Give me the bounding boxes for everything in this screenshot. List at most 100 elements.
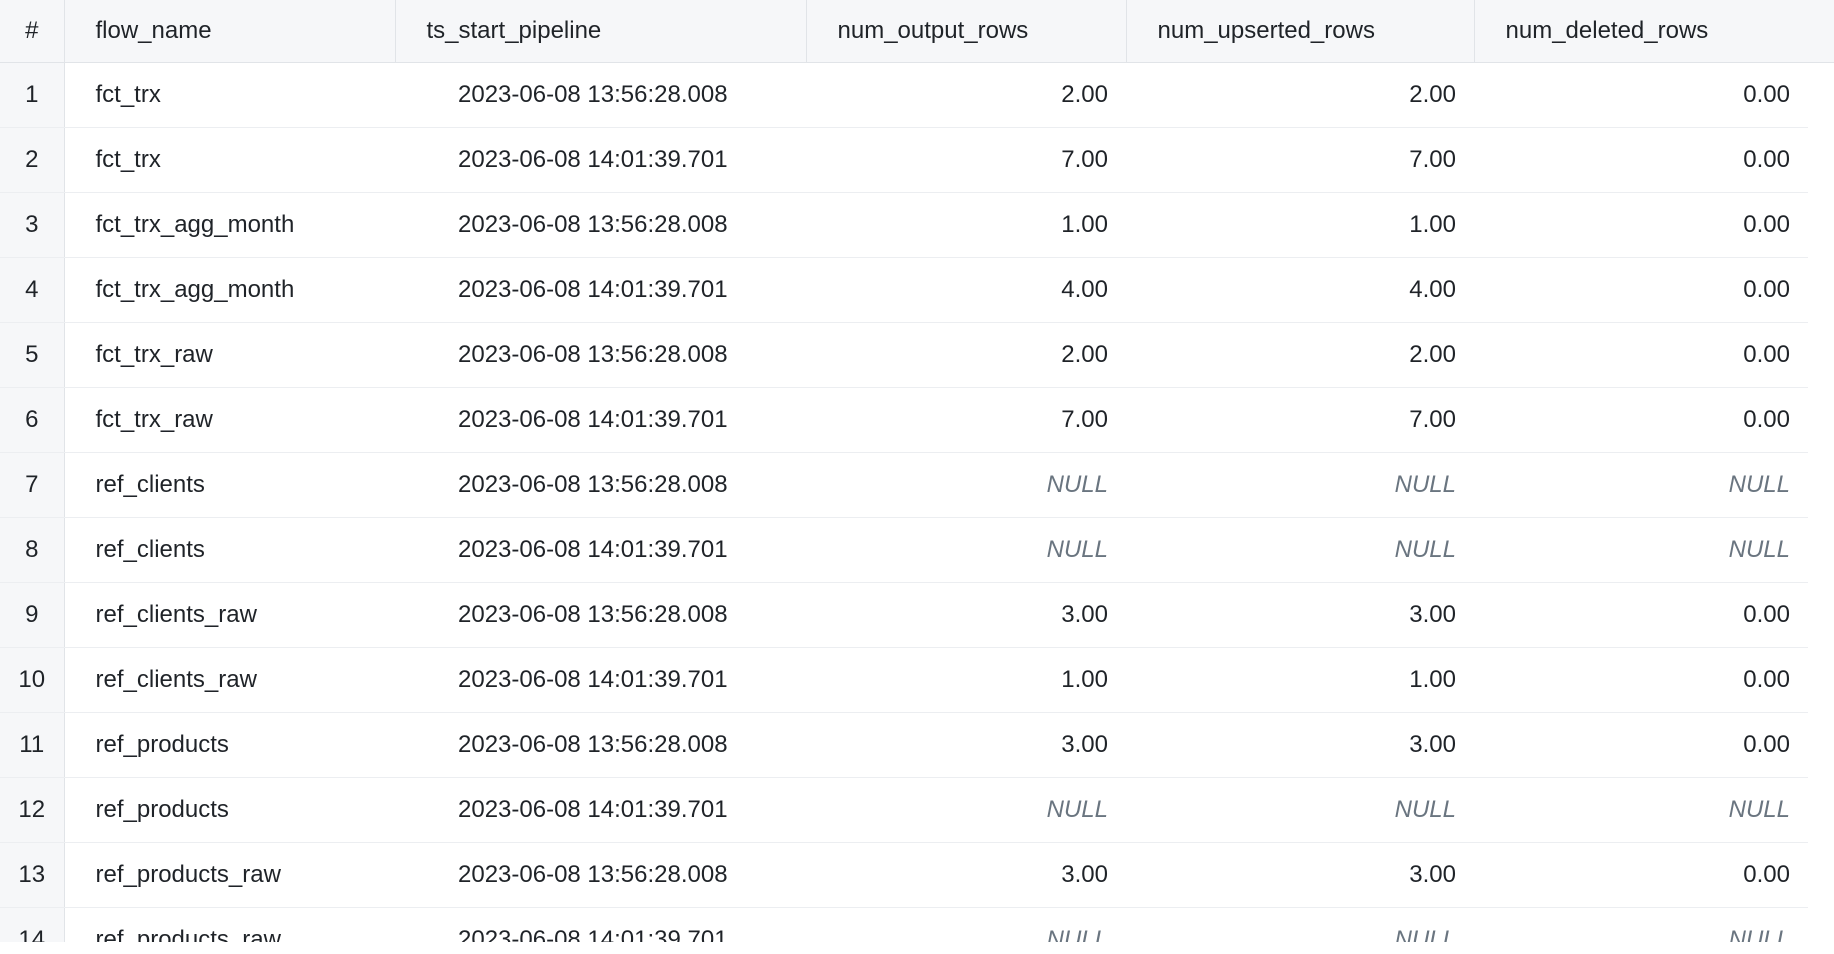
column-header-ts-start-pipeline[interactable]: ts_start_pipeline: [395, 0, 807, 63]
ts-start-pipeline-cell[interactable]: 2023-06-08 13:56:28.008: [395, 712, 806, 778]
num-deleted-rows-cell[interactable]: 0.00: [1474, 582, 1808, 648]
num-output-rows-cell[interactable]: NULL: [806, 517, 1126, 583]
flow-name-cell[interactable]: ref_clients: [64, 517, 395, 583]
row-number-cell[interactable]: 14: [0, 907, 65, 942]
num-deleted-rows-cell[interactable]: 0.00: [1474, 62, 1808, 128]
flow-name-cell[interactable]: fct_trx: [64, 127, 395, 193]
ts-start-pipeline-cell[interactable]: 2023-06-08 14:01:39.701: [395, 907, 806, 942]
flow-name-cell[interactable]: fct_trx_agg_month: [64, 257, 395, 323]
table-row[interactable]: 3 fct_trx_agg_month 2023-06-08 13:56:28.00…: [0, 192, 1808, 258]
table-row[interactable]: 8 ref_clients 2023-06-08 14:01:39.701 NULL N…: [0, 517, 1808, 583]
row-number-cell[interactable]: 10: [0, 647, 65, 713]
flow-name-cell[interactable]: fct_trx_agg_month: [64, 192, 395, 258]
num-output-rows-cell[interactable]: NULL: [806, 777, 1126, 843]
ts-start-pipeline-cell[interactable]: 2023-06-08 14:01:39.701: [395, 387, 806, 453]
row-number-cell[interactable]: 13: [0, 842, 65, 908]
flow-name-cell[interactable]: ref_clients: [64, 452, 395, 518]
num-deleted-rows-cell[interactable]: 0.00: [1474, 257, 1808, 323]
num-upserted-rows-cell[interactable]: NULL: [1126, 452, 1474, 518]
row-number-cell[interactable]: 4: [0, 257, 65, 323]
num-output-rows-cell[interactable]: NULL: [806, 452, 1126, 518]
ts-start-pipeline-cell[interactable]: 2023-06-08 14:01:39.701: [395, 777, 806, 843]
num-deleted-rows-cell[interactable]: 0.00: [1474, 842, 1808, 908]
table-row[interactable]: 1 fct_trx 2023-06-08 13:56:28.008 2.00 2.00 0…: [0, 62, 1808, 128]
num-output-rows-cell[interactable]: 3.00: [806, 582, 1126, 648]
column-header-row-number[interactable]: #: [0, 0, 65, 63]
flow-name-cell[interactable]: fct_trx_raw: [64, 387, 395, 453]
ts-start-pipeline-cell[interactable]: 2023-06-08 13:56:28.008: [395, 322, 806, 388]
ts-start-pipeline-cell[interactable]: 2023-06-08 14:01:39.701: [395, 517, 806, 583]
column-header-flow-name[interactable]: flow_name: [64, 0, 396, 63]
num-output-rows-cell[interactable]: 7.00: [806, 387, 1126, 453]
row-number-cell[interactable]: 8: [0, 517, 65, 583]
flow-name-cell[interactable]: ref_clients_raw: [64, 647, 395, 713]
flow-name-cell[interactable]: ref_products_raw: [64, 907, 395, 942]
num-upserted-rows-cell[interactable]: 4.00: [1126, 257, 1474, 323]
ts-start-pipeline-cell[interactable]: 2023-06-08 13:56:28.008: [395, 62, 806, 128]
num-deleted-rows-cell[interactable]: 0.00: [1474, 387, 1808, 453]
ts-start-pipeline-cell[interactable]: 2023-06-08 13:56:28.008: [395, 192, 806, 258]
column-header-num-output-rows[interactable]: num_output_rows: [806, 0, 1127, 63]
table-row[interactable]: 12 ref_products 2023-06-08 14:01:39.701 NUL…: [0, 777, 1808, 843]
num-output-rows-cell[interactable]: 2.00: [806, 62, 1126, 128]
num-upserted-rows-cell[interactable]: 3.00: [1126, 842, 1474, 908]
table-row[interactable]: 9 ref_clients_raw 2023-06-08 13:56:28.008 3…: [0, 582, 1808, 648]
num-deleted-rows-cell[interactable]: 0.00: [1474, 127, 1808, 193]
flow-name-cell[interactable]: ref_clients_raw: [64, 582, 395, 648]
table-row[interactable]: 6 fct_trx_raw 2023-06-08 14:01:39.701 7.00 7…: [0, 387, 1808, 453]
table-row[interactable]: 11 ref_products 2023-06-08 13:56:28.008 3.0…: [0, 712, 1808, 778]
table-row[interactable]: 2 fct_trx 2023-06-08 14:01:39.701 7.00 7.00 0…: [0, 127, 1808, 193]
num-upserted-rows-cell[interactable]: NULL: [1126, 907, 1474, 942]
num-output-rows-cell[interactable]: 2.00: [806, 322, 1126, 388]
ts-start-pipeline-cell[interactable]: 2023-06-08 13:56:28.008: [395, 582, 806, 648]
num-upserted-rows-cell[interactable]: 1.00: [1126, 647, 1474, 713]
num-output-rows-cell[interactable]: 4.00: [806, 257, 1126, 323]
table-row[interactable]: 14 ref_products_raw 2023-06-08 14:01:39.70…: [0, 907, 1808, 942]
num-deleted-rows-cell[interactable]: 0.00: [1474, 712, 1808, 778]
results-grid[interactable]: # flow_name ts_start_pipeline num_output…: [0, 0, 1834, 942]
num-upserted-rows-cell[interactable]: NULL: [1126, 777, 1474, 843]
num-upserted-rows-cell[interactable]: 7.00: [1126, 387, 1474, 453]
row-number-cell[interactable]: 1: [0, 62, 65, 128]
num-upserted-rows-cell[interactable]: 3.00: [1126, 712, 1474, 778]
num-upserted-rows-cell[interactable]: 1.00: [1126, 192, 1474, 258]
row-number-cell[interactable]: 6: [0, 387, 65, 453]
column-header-num-upserted-rows[interactable]: num_upserted_rows: [1126, 0, 1475, 63]
flow-name-cell[interactable]: ref_products: [64, 777, 395, 843]
table-row[interactable]: 13 ref_products_raw 2023-06-08 13:56:28.00…: [0, 842, 1808, 908]
row-number-cell[interactable]: 11: [0, 712, 65, 778]
num-deleted-rows-cell[interactable]: NULL: [1474, 452, 1808, 518]
num-deleted-rows-cell[interactable]: NULL: [1474, 777, 1808, 843]
row-number-cell[interactable]: 7: [0, 452, 65, 518]
num-upserted-rows-cell[interactable]: 2.00: [1126, 62, 1474, 128]
num-output-rows-cell[interactable]: 7.00: [806, 127, 1126, 193]
ts-start-pipeline-cell[interactable]: 2023-06-08 13:56:28.008: [395, 452, 806, 518]
num-upserted-rows-cell[interactable]: 3.00: [1126, 582, 1474, 648]
num-deleted-rows-cell[interactable]: 0.00: [1474, 192, 1808, 258]
row-number-cell[interactable]: 12: [0, 777, 65, 843]
ts-start-pipeline-cell[interactable]: 2023-06-08 14:01:39.701: [395, 647, 806, 713]
num-deleted-rows-cell[interactable]: NULL: [1474, 517, 1808, 583]
table-row[interactable]: 10 ref_clients_raw 2023-06-08 14:01:39.701…: [0, 647, 1808, 713]
num-deleted-rows-cell[interactable]: NULL: [1474, 907, 1808, 942]
num-output-rows-cell[interactable]: 1.00: [806, 192, 1126, 258]
table-row[interactable]: 7 ref_clients 2023-06-08 13:56:28.008 NULL N…: [0, 452, 1808, 518]
row-number-cell[interactable]: 2: [0, 127, 65, 193]
num-output-rows-cell[interactable]: 1.00: [806, 647, 1126, 713]
num-output-rows-cell[interactable]: NULL: [806, 907, 1126, 942]
flow-name-cell[interactable]: ref_products: [64, 712, 395, 778]
num-output-rows-cell[interactable]: 3.00: [806, 712, 1126, 778]
num-upserted-rows-cell[interactable]: NULL: [1126, 517, 1474, 583]
flow-name-cell[interactable]: fct_trx: [64, 62, 395, 128]
row-number-cell[interactable]: 9: [0, 582, 65, 648]
num-deleted-rows-cell[interactable]: 0.00: [1474, 322, 1808, 388]
flow-name-cell[interactable]: fct_trx_raw: [64, 322, 395, 388]
num-upserted-rows-cell[interactable]: 7.00: [1126, 127, 1474, 193]
row-number-cell[interactable]: 5: [0, 322, 65, 388]
column-header-num-deleted-rows[interactable]: num_deleted_rows: [1474, 0, 1809, 63]
num-deleted-rows-cell[interactable]: 0.00: [1474, 647, 1808, 713]
flow-name-cell[interactable]: ref_products_raw: [64, 842, 395, 908]
num-output-rows-cell[interactable]: 3.00: [806, 842, 1126, 908]
table-row[interactable]: 5 fct_trx_raw 2023-06-08 13:56:28.008 2.00 2…: [0, 322, 1808, 388]
ts-start-pipeline-cell[interactable]: 2023-06-08 14:01:39.701: [395, 257, 806, 323]
